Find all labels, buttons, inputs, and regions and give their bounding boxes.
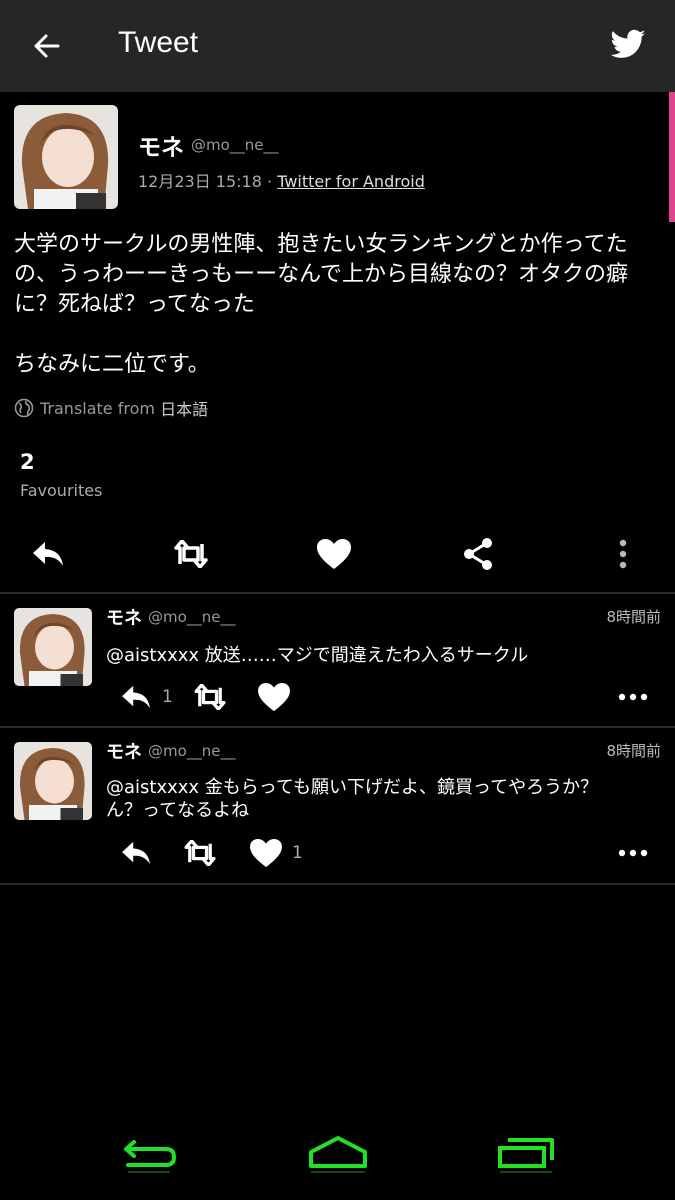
avatar[interactable] [14, 742, 92, 820]
twitter-bird-icon [610, 29, 646, 58]
reply-text: @aistxxxx 金もらっても願い下げだよ、鏡買ってやろうか？ん？ってなるよね [106, 777, 599, 821]
reply-button[interactable] [116, 680, 156, 714]
avatar-photo [14, 742, 92, 820]
reply-icon [33, 542, 63, 566]
reply-author-name[interactable]: モネ [106, 604, 142, 630]
nav-recent-icon [498, 1138, 554, 1173]
tweet-date: 12月23日 15:18 [138, 172, 262, 191]
reply-timestamp: 8時間前 [606, 608, 661, 626]
heart-icon [258, 682, 290, 712]
back-button[interactable] [28, 28, 64, 64]
tweet-detail-screen: Tweet モネ @mo__ne__ 12月23日 15:18 · Twitte… [0, 0, 675, 1200]
translate-language: 日本語 [160, 400, 209, 419]
reply-author-handle[interactable]: @mo__ne__ [148, 608, 236, 626]
top-app-bar: Tweet [0, 0, 675, 92]
reply-button[interactable] [28, 536, 68, 572]
heart-icon [317, 539, 351, 569]
meta-separator: · [261, 172, 278, 191]
more-horizontal-icon [618, 849, 648, 857]
favourites-count[interactable]: 2 [20, 450, 35, 474]
more-options-button[interactable] [613, 836, 653, 870]
source-link[interactable]: Twitter for Android [277, 172, 425, 191]
share-icon [464, 538, 492, 570]
heart-icon [250, 838, 282, 868]
avatar[interactable] [14, 105, 118, 209]
translate-link[interactable]: Translate from 日本語 [14, 396, 208, 420]
author-handle[interactable]: @mo__ne__ [191, 136, 279, 154]
retweet-button[interactable] [180, 836, 220, 870]
nav-recent-apps-button[interactable] [494, 1132, 560, 1188]
reply-button[interactable] [116, 836, 156, 870]
retweet-icon [174, 540, 208, 568]
reply-icon [122, 685, 150, 709]
avatar-photo [14, 105, 118, 209]
tweet-body: 大学のサークルの男性陣、抱きたい女ランキングとか作ってたの、うっわーーきっもーー… [14, 230, 659, 380]
more-options-button[interactable] [613, 680, 653, 714]
divider [0, 883, 675, 885]
nav-back-button[interactable] [116, 1132, 182, 1188]
nav-home-button[interactable] [305, 1132, 371, 1188]
reply-text: @aistxxxx 放送……マジで間違えたわ入るサークル [106, 645, 529, 666]
like-button[interactable] [246, 836, 286, 870]
globe-icon [14, 398, 34, 418]
tweet-paragraph: ちなみに二位です。 [14, 352, 210, 377]
retweet-button[interactable] [171, 536, 211, 572]
avatar-photo [14, 608, 92, 686]
reply-icon [122, 841, 150, 865]
scroll-indicator[interactable] [669, 92, 675, 222]
twitter-bird-button[interactable] [609, 26, 647, 64]
nav-home-icon [309, 1136, 367, 1173]
reply-author-name[interactable]: モネ [106, 738, 142, 764]
reply-count: 1 [162, 687, 173, 707]
favourites-label[interactable]: Favourites [20, 481, 102, 500]
reply-tweet[interactable]: モネ @mo__ne__ 8時間前 @aistxxxx 金もらっても願い下げだよ… [0, 728, 675, 883]
tweet-paragraph: 大学のサークルの男性陣、抱きたい女ランキングとか作ってたの、うっわーーきっもーー… [14, 232, 629, 317]
tweet-action-bar [0, 528, 675, 580]
avatar[interactable] [14, 608, 92, 686]
retweet-button[interactable] [190, 680, 230, 714]
reply-timestamp: 8時間前 [606, 742, 661, 760]
more-horizontal-icon [618, 693, 648, 701]
page-title: Tweet [118, 26, 199, 59]
tweet-meta: 12月23日 15:18 · Twitter for Android [138, 168, 425, 192]
like-count: 1 [292, 843, 303, 863]
nav-back-icon [124, 1140, 176, 1173]
author-name[interactable]: モネ [138, 128, 184, 162]
like-button[interactable] [314, 536, 354, 572]
share-button[interactable] [458, 536, 498, 572]
reply-author-handle[interactable]: @mo__ne__ [148, 742, 236, 760]
retweet-icon [194, 684, 226, 710]
like-button[interactable] [254, 680, 294, 714]
arrow-left-icon [34, 34, 60, 58]
more-vertical-icon [619, 539, 627, 569]
retweet-icon [184, 840, 216, 866]
reply-tweet[interactable]: モネ @mo__ne__ 8時間前 @aistxxxx 放送……マジで間違えたわ… [0, 594, 675, 726]
translate-prefix: Translate from [40, 398, 155, 418]
more-options-button[interactable] [603, 536, 643, 572]
